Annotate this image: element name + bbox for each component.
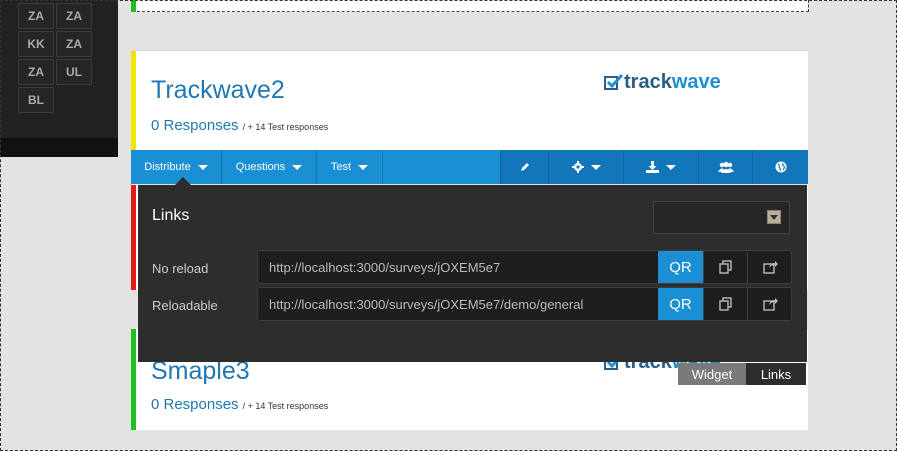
no-reload-label: No reload xyxy=(152,261,209,276)
status-stripe xyxy=(131,51,136,151)
select-arrow-icon[interactable] xyxy=(767,210,781,224)
tab-links[interactable]: Links xyxy=(746,363,806,385)
reloadable-label: Reloadable xyxy=(152,298,218,313)
panel-footer xyxy=(0,138,118,157)
copy-button[interactable] xyxy=(703,288,747,320)
status-stripe xyxy=(131,185,136,290)
share-icon xyxy=(762,298,778,311)
copy-button[interactable] xyxy=(703,251,747,283)
responses-count[interactable]: 0 Responses xyxy=(151,117,239,134)
dropdown-pointer xyxy=(175,177,191,185)
tab-widget[interactable]: Widget xyxy=(678,363,746,385)
survey-title[interactable]: Trackwave2 xyxy=(151,76,285,105)
edit-button[interactable] xyxy=(500,150,548,184)
export-menu[interactable] xyxy=(623,150,698,184)
test-menu[interactable]: Test xyxy=(317,150,383,184)
responses-link[interactable]: 0 Responses / + 14 Test responses xyxy=(151,117,328,134)
qr-button[interactable]: QR xyxy=(658,288,703,320)
tile-button[interactable]: ZA xyxy=(56,3,92,29)
language-button[interactable] xyxy=(752,150,808,184)
frame-divider-vertical xyxy=(808,0,809,12)
test-responses-count: / + 14 Test responses xyxy=(242,401,329,411)
survey-card: Trackwave2 0 Responses / + 14 Test respon… xyxy=(131,50,808,151)
status-stripe xyxy=(131,329,136,430)
download-icon xyxy=(646,161,659,173)
links-title: Links xyxy=(152,207,190,224)
settings-menu[interactable] xyxy=(548,150,623,184)
tile-button[interactable]: BL xyxy=(18,87,54,113)
collaborators-button[interactable] xyxy=(698,150,752,184)
open-link-button[interactable] xyxy=(747,288,791,320)
caret-down-icon xyxy=(590,164,601,170)
links-dropdown: Links No reload http://localhost:3000/su… xyxy=(138,185,807,362)
caret-down-icon xyxy=(666,164,676,170)
responses-count[interactable]: 0 Responses xyxy=(151,396,239,413)
tile-button[interactable]: KK xyxy=(18,31,54,57)
questions-menu[interactable]: Questions xyxy=(222,150,317,184)
url-row-no-reload: http://localhost:3000/surveys/jOXEM5e7 Q… xyxy=(257,250,792,284)
open-link-button[interactable] xyxy=(747,251,791,283)
responses-link[interactable]: 0 Responses / + 14 Test responses xyxy=(151,396,328,413)
caret-down-icon xyxy=(358,164,369,170)
tile-button[interactable]: ZA xyxy=(18,59,54,85)
users-icon xyxy=(717,161,734,173)
logo-text-wave: wave xyxy=(671,71,721,93)
caret-down-icon xyxy=(292,164,303,170)
logo-text-track: track xyxy=(624,71,672,93)
left-panel: ZA ZA KK ZA ZA UL BL xyxy=(0,0,118,157)
questions-label: Questions xyxy=(235,161,286,173)
share-icon xyxy=(762,261,778,274)
distribute-label: Distribute xyxy=(144,161,191,173)
status-stripe xyxy=(131,0,136,12)
test-responses-count: / + 14 Test responses xyxy=(242,122,329,132)
logo-check-icon xyxy=(604,73,624,90)
survey-toolbar: Distribute Questions Test xyxy=(131,150,808,184)
survey-url[interactable]: http://localhost:3000/surveys/jOXEM5e7 xyxy=(269,260,500,275)
frame-divider xyxy=(137,11,809,12)
copy-icon xyxy=(718,260,732,274)
tile-button[interactable]: UL xyxy=(56,59,92,85)
trackwave-logo: track wave xyxy=(604,71,721,94)
link-type-select[interactable] xyxy=(653,201,790,234)
gear-icon xyxy=(571,161,584,173)
copy-icon xyxy=(718,297,732,311)
qr-button[interactable]: QR xyxy=(658,251,703,283)
url-row-reloadable: http://localhost:3000/surveys/jOXEM5e7/d… xyxy=(257,287,792,321)
pencil-icon xyxy=(520,163,529,171)
tile-button[interactable]: ZA xyxy=(18,3,54,29)
test-label: Test xyxy=(330,161,352,173)
survey-url[interactable]: http://localhost:3000/surveys/jOXEM5e7/d… xyxy=(269,297,583,312)
globe-icon xyxy=(775,161,786,173)
tile-button[interactable]: ZA xyxy=(56,31,92,57)
caret-down-icon xyxy=(197,164,208,170)
